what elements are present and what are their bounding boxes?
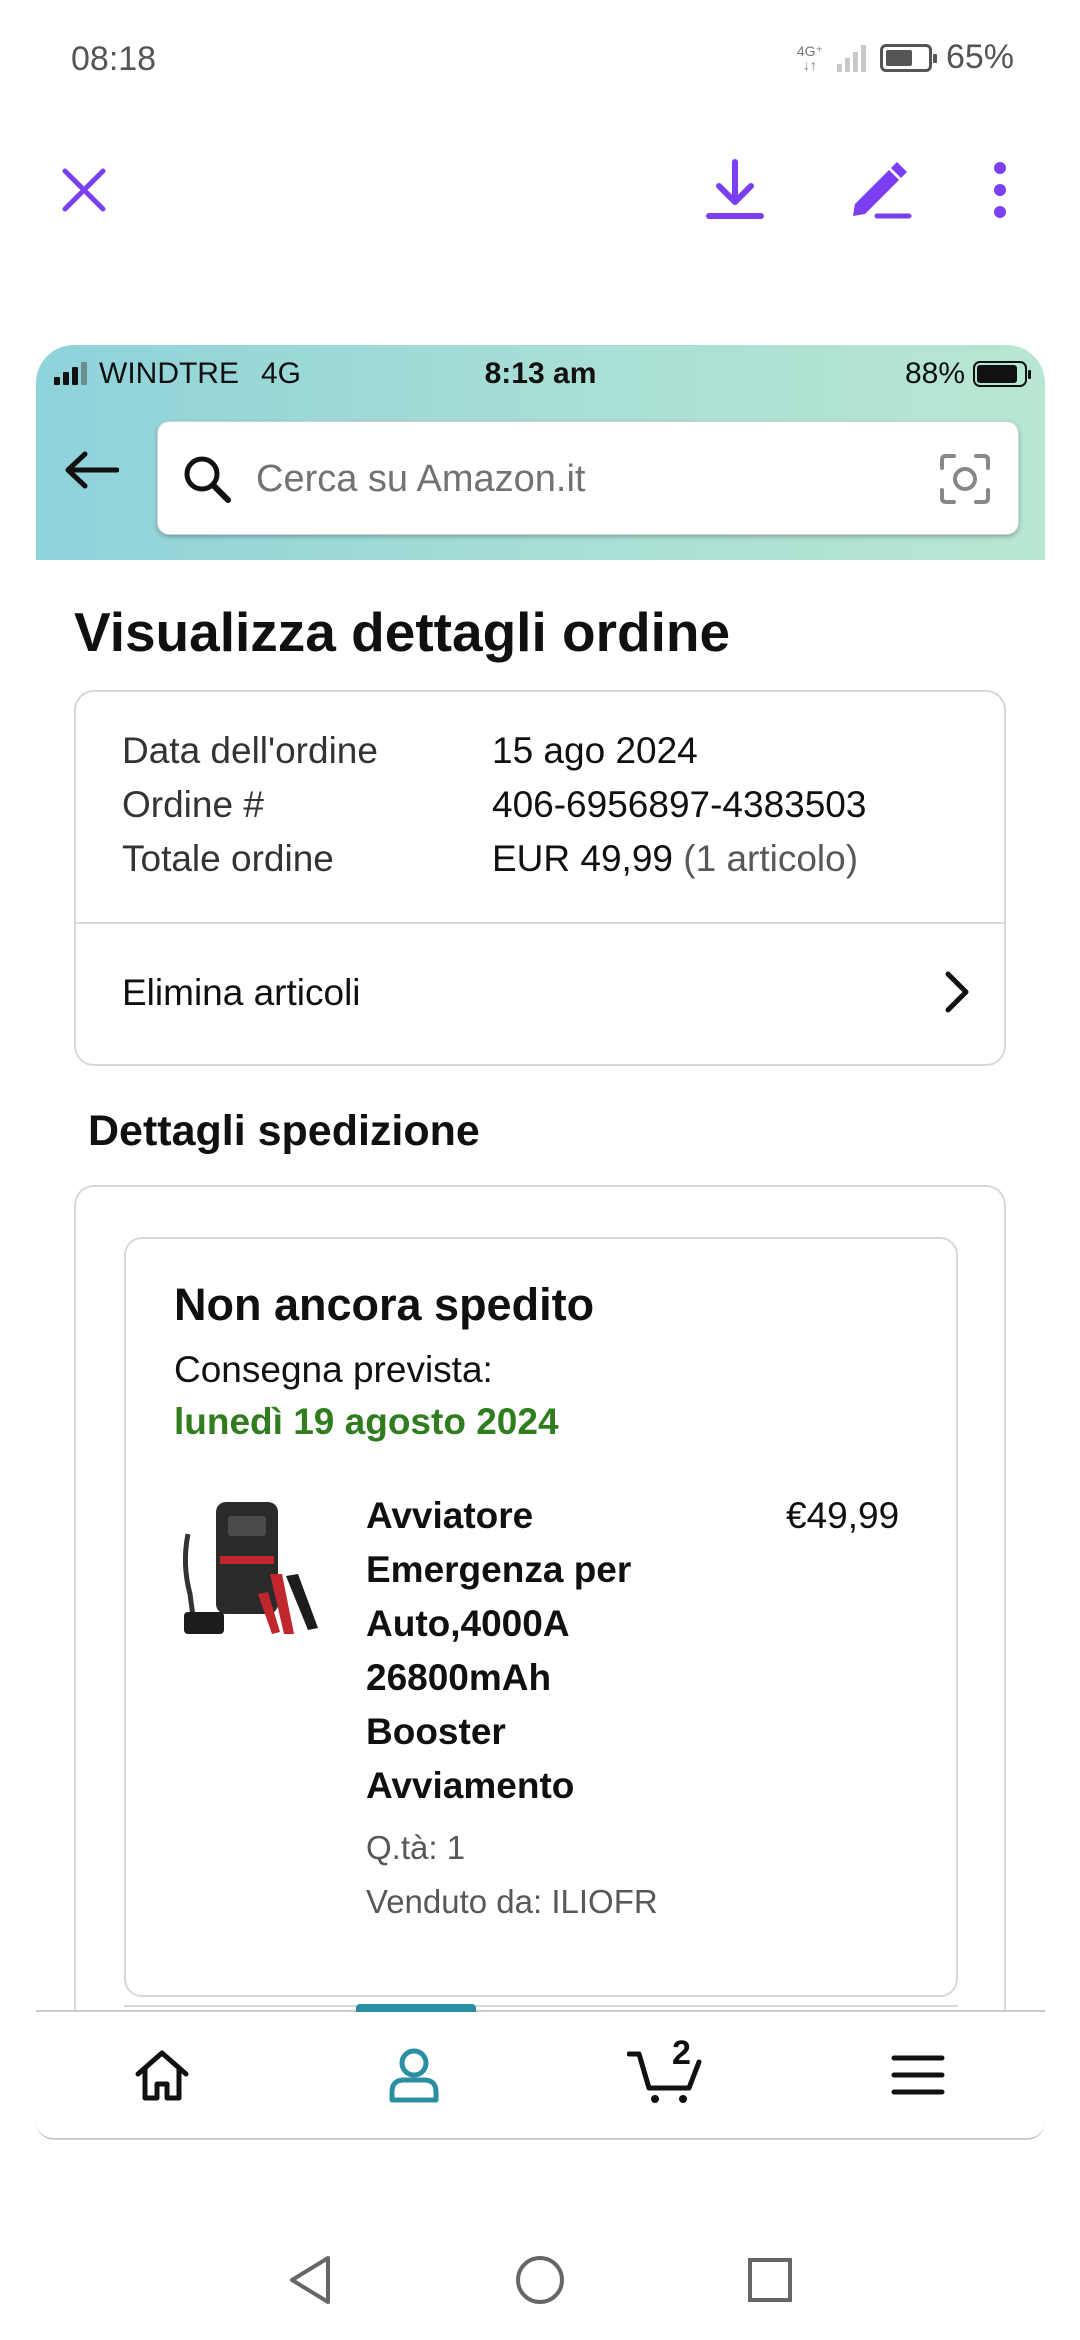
search-placeholder: Cerca su Amazon.it [256,458,586,500]
close-button[interactable] [34,140,134,240]
order-number-value: 406-6956897-4383503 [492,784,867,825]
signal-icon [836,44,866,72]
bottom-nav: 2 [36,2004,1045,2140]
system-recents-button[interactable] [720,2220,820,2340]
edit-pen-icon [853,162,912,219]
product-image[interactable] [174,1494,324,1644]
system-home-button[interactable] [490,2220,590,2340]
download-button[interactable] [685,140,785,240]
order-total-row: Totale ordine EUR 49,99 (1 articolo) [122,838,858,880]
nav-cart[interactable]: 2 [540,2012,792,2138]
nav-account[interactable] [288,2012,540,2138]
ios-battery-icon [973,361,1031,387]
product-quantity: Q.tà: 1 [366,1829,466,1866]
order-total-value: EUR 49,99 [492,838,673,879]
nav-menu[interactable] [792,2012,1044,2138]
account-icon [389,2048,439,2103]
page-title: Visualizza dettagli ordine [74,601,731,663]
back-button[interactable] [56,435,126,505]
system-nav-bar [0,2220,1080,2340]
search-icon [184,456,231,503]
search-input[interactable]: Cerca su Amazon.it [157,421,1019,535]
close-icon [62,168,106,212]
delivery-date: lunedì 19 agosto 2024 [174,1401,559,1442]
chevron-right-icon [945,971,969,1013]
cart-count-badge: 2 [672,2034,691,2072]
order-date-label: Data dell'ordine [122,730,378,771]
square-recents-icon [748,2258,792,2302]
battery-icon [879,43,937,72]
system-back-button[interactable] [260,2220,360,2340]
shipment-item-card: Non ancora spedito Consegna prevista: lu… [124,1237,958,1997]
system-clock: 08:18 [71,40,157,78]
menu-icon [891,2055,945,2095]
product-seller: Venduto da: ILIOFR [366,1883,658,1920]
cart-icon [627,2051,702,2103]
active-tab-indicator [356,2004,476,2012]
download-icon [706,159,764,219]
system-status-bar: 08:18 4G⁺ ↓↑ 65% [0,0,1080,120]
product-title[interactable]: Avviatore Emergenza per Auto,4000A 26800… [366,1489,696,1813]
shipment-status: Non ancora spedito [174,1279,595,1330]
more-vert-icon [994,162,1006,218]
circle-home-icon [516,2256,564,2304]
edit-button[interactable] [830,140,930,240]
order-number-row: Ordine # 406-6956897-4383503 [122,784,866,826]
product-price: €49,99 [786,1495,900,1536]
system-status-icons: 4G⁺ ↓↑ 65% [797,38,1014,77]
remove-items-label: Elimina articoli [122,972,361,1013]
shipment-card: Non ancora spedito Consegna prevista: lu… [74,1185,1006,2140]
network-type-icon: 4G⁺ ↓↑ [796,42,823,73]
screenshot-image: WINDTRE 4G 8:13 am 88% Cerca su Amazon.i… [36,345,1045,2140]
app-root: 08:18 4G⁺ ↓↑ 65% WINDTRE 4G 8:13 am 88% … [0,0,1080,2340]
camera-scan-icon[interactable] [938,452,992,506]
amazon-header: WINDTRE 4G 8:13 am 88% Cerca su Amazon.i… [36,345,1045,560]
ios-battery-percent: 88% [904,357,965,390]
order-summary-card: Data dell'ordine 15 ago 2024 Ordine # 40… [74,690,1006,1066]
ios-clock: 8:13 am [484,357,597,390]
order-total-label: Totale ordine [122,838,334,879]
order-item-count: (1 articolo) [673,838,859,879]
more-button[interactable] [950,140,1050,240]
viewer-toolbar [0,140,1080,240]
order-date-row: Data dell'ordine 15 ago 2024 [122,730,698,772]
triangle-back-icon [290,2256,330,2304]
battery-percent: 65% [945,38,1014,76]
nav-home[interactable] [36,2012,288,2138]
ios-battery-group: 88% [904,357,1031,391]
back-arrow-icon [65,451,119,489]
card-divider [124,2005,958,2007]
remove-items-button[interactable]: Elimina articoli [76,924,1004,1064]
order-date-value: 15 ago 2024 [492,730,698,771]
shipment-section-title: Dettagli spedizione [88,1107,480,1155]
order-number-label: Ordine # [122,784,264,825]
delivery-label: Consegna prevista: [174,1349,493,1390]
home-icon [135,2050,189,2101]
